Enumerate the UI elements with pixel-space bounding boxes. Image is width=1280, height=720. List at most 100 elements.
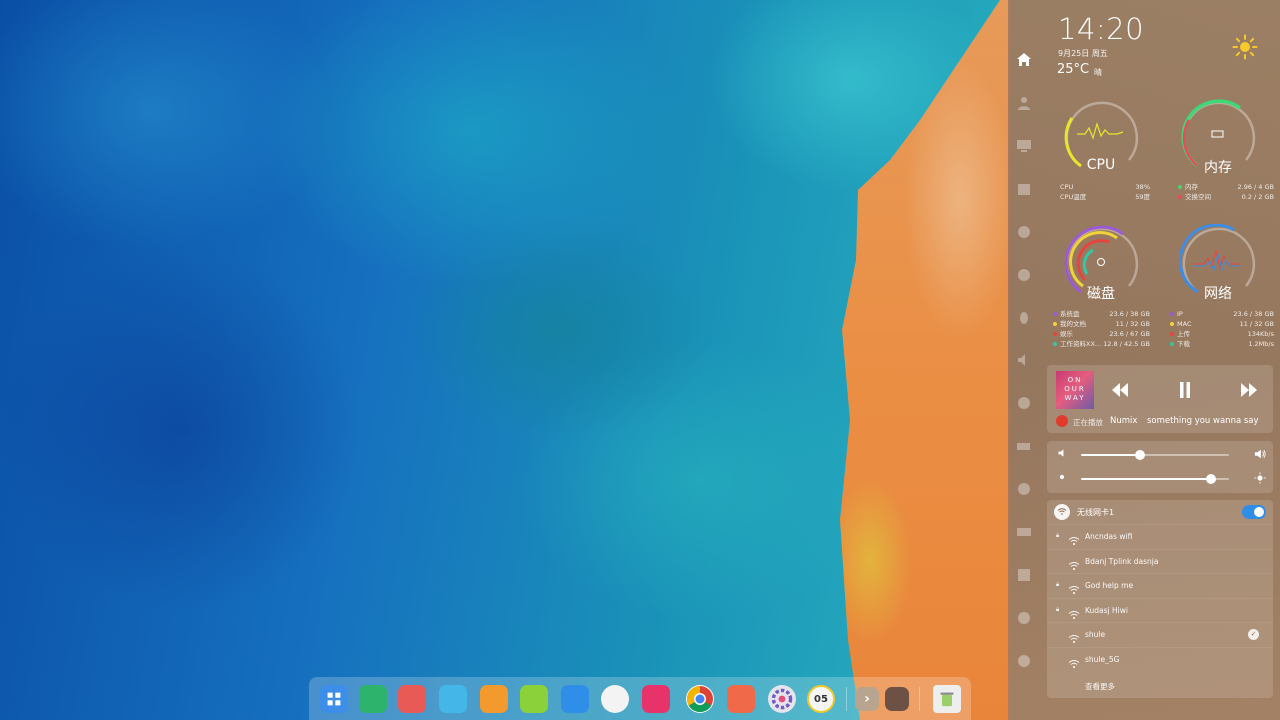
- disk-stat-row: 娱乐 23.6 / 67 GB: [1053, 329, 1150, 339]
- weather-temperature: 25°C: [1057, 62, 1090, 77]
- info-icon[interactable]: [1015, 652, 1033, 670]
- stat-value: 134Kb/s: [1247, 330, 1274, 338]
- pause-button[interactable]: [1174, 379, 1196, 401]
- volume-slider-row: [1055, 448, 1267, 462]
- track-artist: Numix: [1110, 416, 1138, 426]
- disk-stat-row: 系统盘 23.6 / 38 GB: [1053, 309, 1150, 319]
- stat-value: 0.2 / 2 GB: [1241, 193, 1274, 201]
- launcher-icon[interactable]: [320, 685, 348, 713]
- wifi-header: 无线网卡1: [1047, 500, 1273, 524]
- next-track-button[interactable]: [1238, 379, 1260, 401]
- calendar-icon[interactable]: [1015, 180, 1033, 198]
- dock-separator: [846, 687, 847, 711]
- side-rail: [1008, 0, 1040, 720]
- dock-clock-text: 05: [814, 693, 828, 705]
- stat-value: 11 / 32 GB: [1115, 320, 1150, 328]
- disk-stat-row: 工作资料XX… 12.8 / 42.5 GB: [1053, 339, 1150, 349]
- network-stats: IP 23.6 / 38 GB MAC 11 / 32 GB 上传 134Kb/s 下…: [1170, 309, 1274, 349]
- wifi-more-link[interactable]: 查看更多: [1085, 681, 1115, 692]
- stat-value: 2.96 / 4 GB: [1237, 183, 1275, 191]
- wifi-signal-icon: [1068, 556, 1080, 570]
- file-manager-icon[interactable]: [359, 685, 387, 713]
- track-title: something you wanna say: [1147, 416, 1259, 426]
- stat-value: 23.6 / 38 GB: [1109, 310, 1150, 318]
- help-icon[interactable]: [1015, 609, 1033, 627]
- battery-icon[interactable]: [1015, 437, 1033, 455]
- album-art[interactable]: ON OUR WAY: [1056, 371, 1094, 409]
- wifi-network-item[interactable]: shule_5G: [1047, 646, 1273, 671]
- stat-value: 23.6 / 67 GB: [1109, 330, 1150, 338]
- clock-icon[interactable]: [1015, 394, 1033, 412]
- stat-name: CPU: [1060, 183, 1074, 191]
- wifi-network-item[interactable]: Bdanj Tplink dasnja: [1047, 548, 1273, 573]
- stat-name: 上传: [1177, 330, 1190, 338]
- home-icon[interactable]: [1015, 51, 1033, 69]
- disk-stats: 系统盘 23.6 / 38 GB 我的文档 11 / 32 GB 娱乐 23.6 / …: [1053, 309, 1150, 349]
- screen-recorder-icon[interactable]: [398, 685, 426, 713]
- stat-value: 11 / 32 GB: [1239, 320, 1274, 328]
- clock-icon[interactable]: 05: [807, 685, 835, 713]
- network-stat-row: 下载 1.2Mb/s: [1170, 339, 1274, 349]
- wifi-signal-icon: [1068, 605, 1080, 619]
- stat-name: 工作资料XX…: [1060, 340, 1102, 348]
- disk-stat-row: 我的文档 11 / 32 GB: [1053, 319, 1150, 329]
- network-stat-row: IP 23.6 / 38 GB: [1170, 309, 1274, 319]
- pen-icon[interactable]: [1015, 566, 1033, 584]
- tray-app-icon[interactable]: [885, 687, 909, 711]
- stat-name: 我的文档: [1060, 320, 1086, 328]
- trash-icon[interactable]: [933, 685, 961, 713]
- user-icon[interactable]: [1015, 94, 1033, 112]
- bluetooth-icon[interactable]: [1015, 309, 1033, 327]
- settings-icon[interactable]: [768, 685, 796, 713]
- lock-icon: 🔒︎: [1056, 532, 1060, 539]
- weather-description: 晴: [1094, 68, 1102, 77]
- app-store-icon[interactable]: [439, 685, 467, 713]
- image-viewer-icon[interactable]: [601, 685, 629, 713]
- now-playing-label: 正在播放: [1073, 418, 1103, 427]
- wifi-network-item[interactable]: 🔒︎ Kudasj Hiwi: [1047, 597, 1273, 622]
- cpu-stats: CPU 38% CPU温度 59度: [1060, 182, 1150, 202]
- network-stat-row: 上传 134Kb/s: [1170, 329, 1274, 339]
- network-label: 网络: [1204, 286, 1232, 302]
- palette-icon[interactable]: [1015, 223, 1033, 241]
- volume-icon[interactable]: [1015, 351, 1033, 369]
- chrome-icon[interactable]: [686, 685, 714, 713]
- stat-name: 内存: [1185, 183, 1198, 191]
- lock-icon: 🔒︎: [1056, 605, 1060, 613]
- wifi-icon: [1054, 504, 1070, 520]
- globe-icon[interactable]: [1015, 266, 1033, 284]
- dock-separator: [919, 687, 920, 711]
- stat-name: 娱乐: [1060, 330, 1073, 338]
- wifi-toggle[interactable]: [1242, 505, 1266, 519]
- wifi-network-name: God help me: [1085, 581, 1134, 590]
- music-player-card: ON OUR WAY 正在播放 Numix something you wann…: [1047, 365, 1273, 433]
- music-icon[interactable]: [520, 685, 548, 713]
- lock-icon: 🔒︎: [1056, 581, 1060, 588]
- brightness-slider[interactable]: [1081, 474, 1229, 484]
- stat-name: MAC: [1177, 320, 1192, 328]
- archive-manager-icon[interactable]: [480, 685, 508, 713]
- volume-slider-knob[interactable]: [1135, 450, 1146, 460]
- wifi-network-name: shule: [1085, 630, 1106, 639]
- dock: 05 ›: [309, 677, 971, 720]
- network-stat-row: MAC 11 / 32 GB: [1170, 319, 1274, 329]
- cpu-stat-row: CPU 38%: [1060, 182, 1150, 192]
- stat-value: 12.8 / 42.5 GB: [1103, 340, 1150, 348]
- video-icon[interactable]: [561, 685, 589, 713]
- wifi-signal-icon: [1068, 531, 1080, 545]
- previous-track-button[interactable]: [1109, 379, 1131, 401]
- keyboard-icon[interactable]: [1015, 523, 1033, 541]
- brightness-slider-knob[interactable]: [1206, 474, 1217, 484]
- monitor-icon[interactable]: [1015, 137, 1033, 155]
- wifi-network-item[interactable]: shule ✓: [1047, 622, 1273, 646]
- cpu-stat-row: CPU温度 59度: [1060, 192, 1150, 202]
- wifi-network-item[interactable]: 🔒︎ Ancndas wifi: [1047, 524, 1273, 548]
- wifi-network-item[interactable]: 🔒︎ God help me: [1047, 573, 1273, 597]
- tray-expand-icon[interactable]: ›: [855, 687, 879, 711]
- memory-stat-row: 内存 2.96 / 4 GB: [1178, 182, 1274, 192]
- mouse-icon[interactable]: [1015, 480, 1033, 498]
- camera-icon[interactable]: [727, 685, 755, 713]
- volume-slider[interactable]: [1081, 450, 1229, 460]
- screenshot-icon[interactable]: [642, 685, 670, 713]
- music-app-icon: [1056, 415, 1068, 427]
